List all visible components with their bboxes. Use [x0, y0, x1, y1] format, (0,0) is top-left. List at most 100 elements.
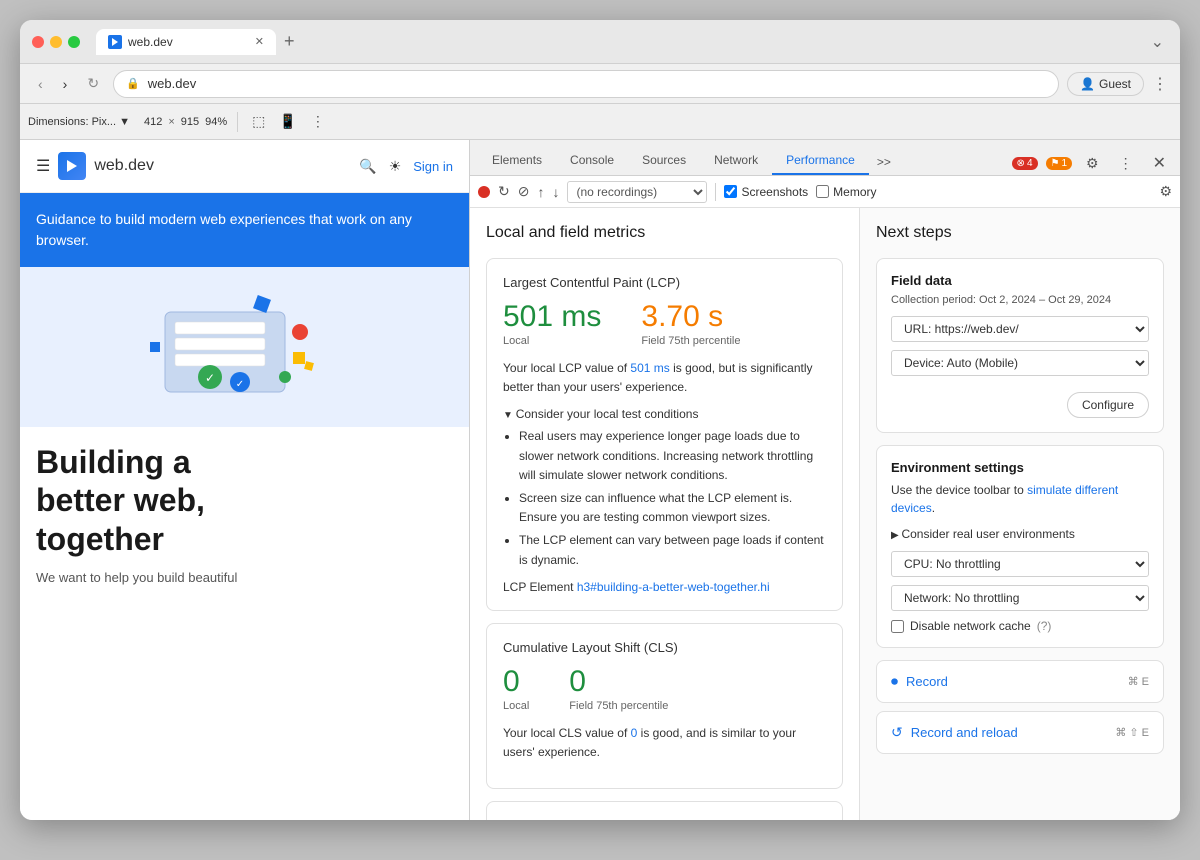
- recordings-select[interactable]: (no recordings): [567, 181, 707, 203]
- cls-field-group: 0 Field 75th percentile: [569, 665, 668, 712]
- minimize-button[interactable]: [50, 36, 62, 48]
- field-data-card: Field data Collection period: Oct 2, 202…: [876, 258, 1164, 433]
- screenshots-checkbox[interactable]: [724, 185, 737, 198]
- tab-title: web.dev: [128, 35, 173, 49]
- clear-button[interactable]: ⊘: [518, 183, 530, 200]
- rec-divider: [715, 183, 716, 201]
- environment-title: Environment settings: [891, 460, 1149, 475]
- dimensions-label: Dimensions: Pix... ▼: [28, 116, 130, 128]
- cpu-select[interactable]: CPU: No throttling: [891, 551, 1149, 577]
- configure-button[interactable]: Configure: [1067, 392, 1149, 418]
- devtools-tabs: Elements Console Sources Network Perform…: [470, 140, 1180, 176]
- recording-settings-button[interactable]: ⚙: [1159, 183, 1172, 200]
- warn-badge: ⚑ 1: [1046, 157, 1073, 170]
- site-subtext: We want to help you build beautiful: [36, 570, 453, 585]
- traffic-lights: [32, 36, 80, 48]
- devtools-toolbar: Dimensions: Pix... ▼ 412 × 915 94% ⬚ 📱 ⋮: [20, 104, 1180, 140]
- tab-close-button[interactable]: ✕: [255, 35, 264, 48]
- lcp-element-link[interactable]: h3#building-a-better-web-together.hi: [577, 580, 770, 594]
- site-header-right: 🔍 ☀ Sign in: [359, 158, 453, 175]
- tab-sources[interactable]: Sources: [628, 147, 700, 175]
- hamburger-icon[interactable]: ☰: [36, 156, 50, 176]
- record-reload-label: Record and reload: [911, 725, 1018, 740]
- user-icon: 👤: [1080, 77, 1095, 91]
- new-tab-button[interactable]: +: [280, 31, 299, 52]
- title-bar-right: ⌄: [1147, 28, 1168, 56]
- device-toolbar-button[interactable]: 📱: [275, 109, 300, 134]
- more-tools-button[interactable]: ⋮: [307, 109, 329, 134]
- lcp-bullet-1: Real users may experience longer page lo…: [519, 427, 826, 485]
- consider-real-user-link[interactable]: Consider real user environments: [891, 527, 1149, 541]
- lcp-consider-title[interactable]: Consider your local test conditions: [503, 407, 826, 421]
- env-desc-text: Use the device toolbar to: [891, 483, 1024, 497]
- record-reload-card[interactable]: ↺ Record and reload ⌘ ⇧ E: [876, 711, 1164, 754]
- lcp-field-value: 3.70 s: [641, 300, 740, 333]
- devtools-main: Local and field metrics Largest Contentf…: [470, 208, 1180, 820]
- memory-checkbox[interactable]: [816, 185, 829, 198]
- cache-row: Disable network cache (?): [891, 619, 1149, 633]
- reload-button[interactable]: ↻: [81, 71, 105, 96]
- next-steps-panel: Next steps Field data Collection period:…: [860, 208, 1180, 820]
- tab-console[interactable]: Console: [556, 147, 628, 175]
- collection-period: Collection period: Oct 2, 2024 – Oct 29,…: [891, 294, 1149, 306]
- guest-label: Guest: [1099, 77, 1131, 91]
- cache-help-icon[interactable]: (?): [1037, 619, 1052, 633]
- close-button[interactable]: [32, 36, 44, 48]
- window-more-button[interactable]: ⌄: [1147, 28, 1168, 56]
- width-value: 412: [144, 116, 162, 128]
- environment-description: Use the device toolbar to simulate diffe…: [891, 481, 1149, 517]
- guest-button[interactable]: 👤 Guest: [1067, 72, 1144, 96]
- browser-more-button[interactable]: ⋮: [1152, 74, 1168, 94]
- upload-button[interactable]: ↑: [537, 184, 544, 200]
- cls-field-value: 0: [569, 665, 668, 698]
- metrics-panel-title: Local and field metrics: [486, 224, 843, 242]
- url-select[interactable]: URL: https://web.dev/: [891, 316, 1149, 342]
- inspect-button[interactable]: ⬚: [248, 109, 269, 134]
- address-bar[interactable]: 🔒 web.dev: [113, 70, 1059, 98]
- lcp-bullet-2: Screen size can influence what the LCP e…: [519, 489, 826, 527]
- record-reload-shortcut: ⌘ ⇧ E: [1115, 726, 1149, 739]
- record-button[interactable]: [478, 186, 490, 198]
- refresh-button[interactable]: ↻: [498, 183, 510, 200]
- cls-local-value: 0: [503, 665, 529, 698]
- device-select[interactable]: Device: Auto (Mobile): [891, 350, 1149, 376]
- tab-bar: web.dev ✕ +: [96, 29, 1139, 55]
- lcp-local-group: 501 ms Local: [503, 300, 601, 347]
- record-label: Record: [906, 674, 948, 689]
- nav-bar: ‹ › ↻ 🔒 web.dev 👤 Guest ⋮: [20, 64, 1180, 104]
- network-select[interactable]: Network: No throttling: [891, 585, 1149, 611]
- lcp-description: Your local LCP value of 501 ms is good, …: [503, 359, 826, 397]
- screenshots-checkbox-label[interactable]: Screenshots: [724, 185, 808, 199]
- metrics-panel: Local and field metrics Largest Contentf…: [470, 208, 860, 820]
- search-icon[interactable]: 🔍: [359, 158, 376, 175]
- site-headline: Building a better web, together: [36, 443, 453, 558]
- forward-button[interactable]: ›: [57, 72, 74, 96]
- disable-cache-checkbox[interactable]: [891, 620, 904, 633]
- zoom-value[interactable]: 94%: [205, 116, 227, 128]
- devtools-more-button[interactable]: ⋮: [1113, 153, 1139, 174]
- website-preview: ☰ web.dev 🔍 ☀ Sign in Guidance to build …: [20, 140, 470, 820]
- active-tab[interactable]: web.dev ✕: [96, 29, 276, 55]
- tab-elements[interactable]: Elements: [478, 147, 556, 175]
- maximize-button[interactable]: [68, 36, 80, 48]
- download-button[interactable]: ↓: [552, 184, 559, 200]
- height-value: 915: [181, 116, 199, 128]
- back-button[interactable]: ‹: [32, 72, 49, 96]
- tab-more[interactable]: >>: [869, 149, 899, 175]
- tab-performance[interactable]: Performance: [772, 147, 869, 175]
- record-card[interactable]: ⏺ Record ⌘ E: [876, 660, 1164, 703]
- cls-local-group: 0 Local: [503, 665, 529, 712]
- lock-icon: 🔒: [126, 77, 140, 90]
- device-select-row: Device: Auto (Mobile): [891, 350, 1149, 376]
- lcp-local-value: 501 ms: [503, 300, 601, 333]
- devtools-close-button[interactable]: ✕: [1147, 151, 1172, 175]
- lcp-field-group: 3.70 s Field 75th percentile: [641, 300, 740, 347]
- memory-checkbox-label[interactable]: Memory: [816, 185, 876, 199]
- sign-in-button[interactable]: Sign in: [413, 159, 453, 174]
- theme-toggle-icon[interactable]: ☀: [389, 158, 402, 175]
- lcp-consider-list: Real users may experience longer page lo…: [503, 427, 826, 569]
- lcp-card: Largest Contentful Paint (LCP) 501 ms Lo…: [486, 258, 843, 611]
- tab-network[interactable]: Network: [700, 147, 772, 175]
- devtools-settings-button[interactable]: ⚙: [1080, 153, 1105, 174]
- cls-local-label: Local: [503, 700, 529, 712]
